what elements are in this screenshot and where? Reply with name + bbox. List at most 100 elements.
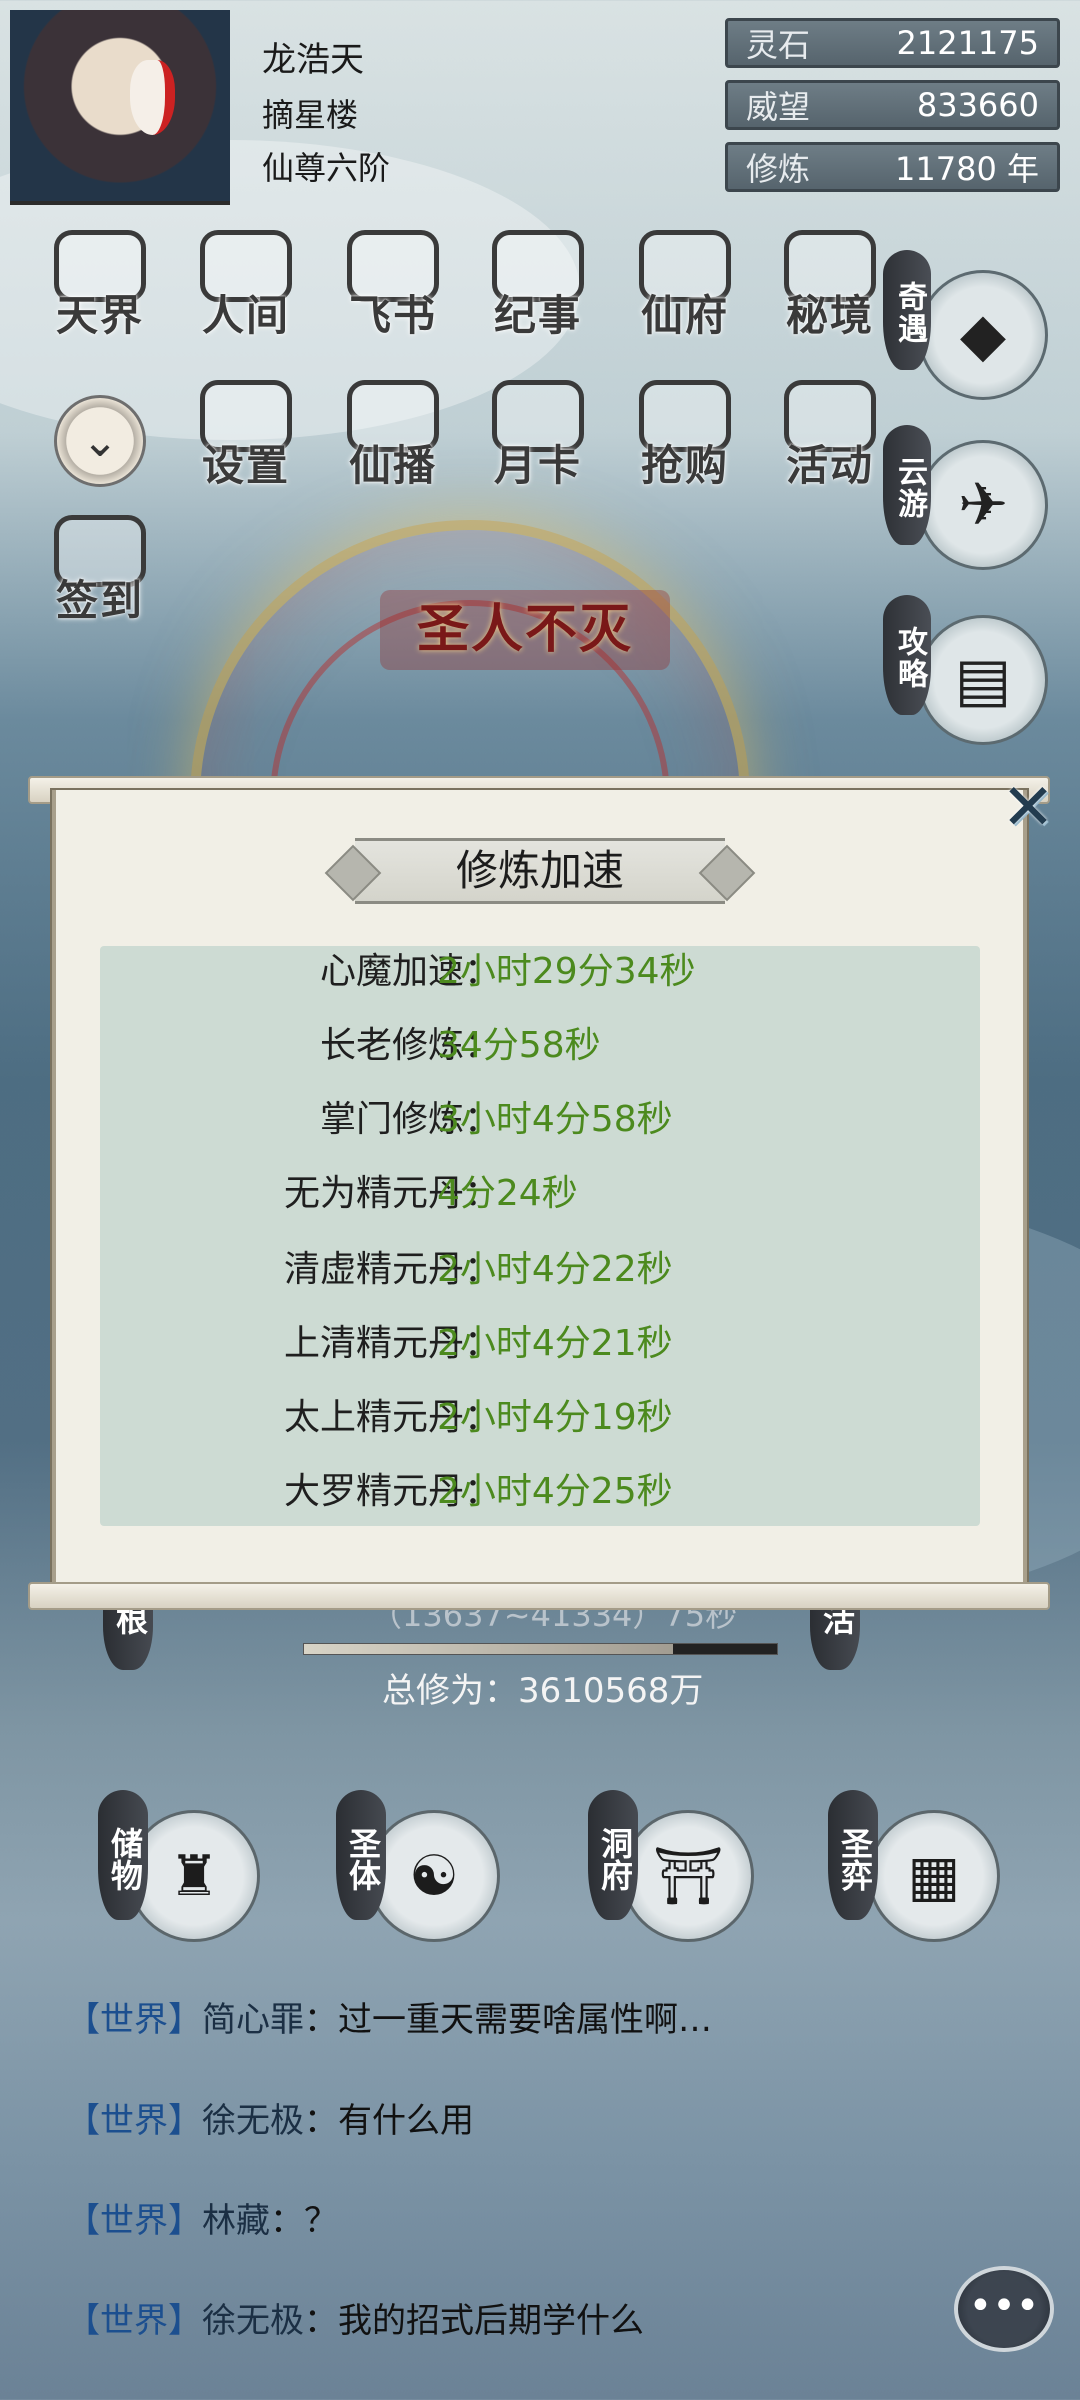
- menu-label: 抢购: [640, 441, 729, 490]
- menu-label: 天界: [55, 291, 144, 340]
- boost-row: 无为精元丹： 4分24秒: [100, 1164, 980, 1224]
- chat-channel: 【世界】: [66, 2301, 202, 2341]
- chat-message[interactable]: 【世界】徐无极：有什么用: [66, 2093, 474, 2142]
- signin-label: 签到: [55, 576, 144, 625]
- menu-chronicle-button[interactable]: 纪事: [478, 230, 598, 360]
- chat-channel: 【世界】: [66, 2201, 202, 2241]
- wander-button[interactable]: ✈: [918, 440, 1048, 570]
- menu-flash-sale-button[interactable]: 抢购: [625, 380, 745, 510]
- boost-time: 2小时4分21秒: [437, 1323, 673, 1364]
- chat-text: 有什么用: [338, 2101, 474, 2141]
- menu-label: 纪事: [493, 291, 582, 340]
- stat-value: 2121175: [896, 24, 1039, 62]
- title-banner: 圣人不灭: [380, 590, 670, 670]
- book-icon: ▤: [954, 645, 1012, 715]
- menu-mail-button[interactable]: 飞书: [333, 230, 453, 360]
- boost-row: 上清精元丹： 2小时4分21秒: [100, 1314, 980, 1374]
- mask-icon: [130, 60, 175, 135]
- signin-button[interactable]: 签到: [40, 515, 160, 645]
- stat-label: 修炼: [746, 150, 811, 188]
- chat-colon: ：: [270, 2201, 304, 2241]
- dialog-title: 修炼加速: [455, 846, 624, 895]
- chat-text: 过一重天需要啥属性啊…: [338, 2000, 712, 2040]
- boost-time: 3小时4分58秒: [437, 1099, 673, 1140]
- cultivation-progress-fill: [304, 1644, 673, 1654]
- holy-chess-tag: 圣弈: [828, 1790, 878, 1920]
- boost-row: 掌门修炼： 3小时4分58秒: [100, 1090, 980, 1150]
- stat-prestige: 威望 833660: [725, 80, 1060, 130]
- chat-message[interactable]: 【世界】林藏：？: [66, 2193, 338, 2242]
- stat-label: 灵石: [746, 26, 811, 64]
- menu-mansion-button[interactable]: 仙府: [625, 230, 745, 360]
- menu-heaven-button[interactable]: 天界: [40, 230, 160, 360]
- meditation-icon: ☯: [408, 1843, 460, 1909]
- boost-time: 4分24秒: [437, 1173, 578, 1214]
- chat-bubble-icon: •••: [968, 2283, 1040, 2329]
- guide-button[interactable]: ▤: [918, 615, 1048, 745]
- chat-channel: 【世界】: [66, 2101, 202, 2141]
- chat-colon: ：: [304, 2301, 338, 2341]
- chat-text: 我的招式后期学什么: [338, 2301, 644, 2341]
- cave-button[interactable]: ⛩: [622, 1810, 754, 1942]
- chat-button[interactable]: •••: [954, 2266, 1054, 2352]
- player-name: 龙浩天: [262, 40, 364, 80]
- chat-sender: 简心罪: [202, 2000, 304, 2040]
- boost-time: 34分58秒: [437, 1025, 601, 1066]
- chessboard-icon: ▦: [907, 1843, 961, 1909]
- stat-spirit-stone: 灵石 2121175: [725, 18, 1060, 68]
- close-button[interactable]: ✕: [996, 776, 1060, 840]
- cave-tag: 洞府: [588, 1790, 638, 1920]
- chat-sender: 林藏: [202, 2201, 270, 2241]
- chat-message[interactable]: 【世界】徐无极：我的招式后期学什么: [66, 2293, 644, 2342]
- guide-tag: 攻略: [883, 595, 931, 715]
- holy-chess-button[interactable]: ▦: [868, 1810, 1000, 1942]
- menu-label: 仙播: [348, 441, 437, 490]
- menu-settings-button[interactable]: 设置: [186, 380, 306, 510]
- menu-label: 设置: [201, 441, 290, 490]
- total-cultivation: 总修为：3610568万: [382, 1671, 704, 1711]
- boost-row: 大罗精元丹： 2小时4分25秒: [100, 1462, 980, 1522]
- stat-value: 11780 年: [895, 150, 1039, 188]
- menu-monthly-card-button[interactable]: 月卡: [478, 380, 598, 510]
- menu-label: 月卡: [493, 441, 582, 490]
- player-rank: 仙尊六阶: [262, 149, 391, 187]
- stat-value: 833660: [916, 86, 1039, 124]
- boost-time: 2小时29分34秒: [437, 951, 696, 992]
- crane-icon: ✈: [957, 470, 1009, 540]
- boost-row: 心魔加速： 2小时29分34秒: [100, 942, 980, 1002]
- chat-sender: 徐无极: [202, 2301, 304, 2341]
- menu-label: 秘境: [785, 291, 874, 340]
- menu-mortal-button[interactable]: 人间: [186, 230, 306, 360]
- holy-body-tag: 圣体: [336, 1790, 386, 1920]
- menu-label: 人间: [201, 291, 290, 340]
- menu-label: 飞书: [348, 291, 437, 340]
- chat-message[interactable]: 【世界】简心罪：过一重天需要啥属性啊…: [66, 1992, 712, 2041]
- adventure-button[interactable]: ◆: [918, 270, 1048, 400]
- menu-broadcast-button[interactable]: 仙播: [333, 380, 453, 510]
- bowl-icon: ◆: [959, 300, 1007, 370]
- menu-label: 仙府: [640, 291, 729, 340]
- boost-time: 2小时4分22秒: [437, 1249, 673, 1290]
- boost-row: 太上精元丹： 2小时4分19秒: [100, 1388, 980, 1448]
- scroll-rod-bottom: [28, 1582, 1050, 1610]
- chat-text: ？: [304, 2201, 338, 2241]
- wander-tag: 云游: [883, 425, 931, 545]
- menu-label: 活动: [785, 441, 874, 490]
- cultivation-progress-bar: [303, 1643, 778, 1655]
- chevron-down-icon: ⌄: [81, 415, 119, 467]
- pavilion-icon: ⛩: [652, 1844, 724, 1909]
- menu-events-button[interactable]: 活动: [770, 380, 890, 510]
- menu-secret-realm-button[interactable]: 秘境: [770, 230, 890, 360]
- holy-body-button[interactable]: ☯: [368, 1810, 500, 1942]
- pouch-icon: ♜: [168, 1843, 220, 1909]
- storage-tag: 储物: [98, 1790, 148, 1920]
- player-avatar[interactable]: [10, 10, 230, 205]
- boost-row: 清虚精元丹： 2小时4分22秒: [100, 1240, 980, 1300]
- stat-label: 威望: [746, 88, 811, 126]
- player-sect: 摘星楼: [262, 96, 359, 134]
- collapse-menu-button[interactable]: ⌄: [54, 395, 146, 487]
- chat-colon: ：: [304, 2000, 338, 2040]
- stat-cultivation-years: 修炼 11780 年: [725, 142, 1060, 192]
- chat-channel: 【世界】: [66, 2000, 202, 2040]
- boost-time: 2小时4分19秒: [437, 1397, 673, 1438]
